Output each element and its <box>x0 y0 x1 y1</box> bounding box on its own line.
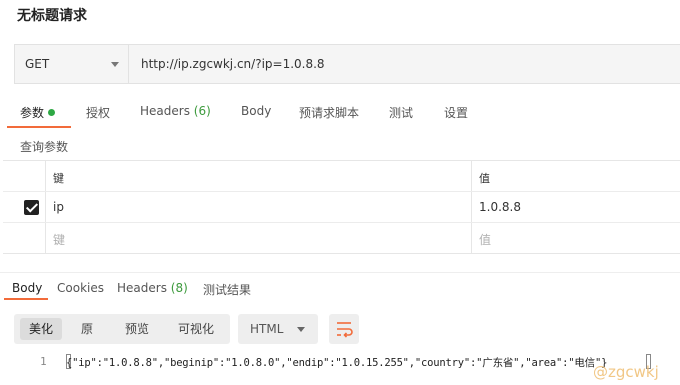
params-header-row: 键 值 <box>3 161 680 192</box>
column-divider <box>45 223 46 254</box>
view-raw-button[interactable]: 原 <box>72 318 102 340</box>
tab-auth[interactable]: 授权 <box>86 104 110 121</box>
params-enabled-dot <box>48 109 56 116</box>
column-divider <box>471 161 472 191</box>
view-mode-switcher: 美化 原 预览 可视化 <box>14 314 230 344</box>
wrap-lines-icon <box>337 322 353 338</box>
method-select[interactable]: GET <box>15 45 129 83</box>
table-row: ip 1.0.8.8 <box>3 192 680 223</box>
tab-body[interactable]: Body <box>241 104 271 118</box>
response-tab-body[interactable]: Body <box>12 281 42 295</box>
tab-headers[interactable]: Headers (6) <box>140 104 211 118</box>
response-tab-test-results[interactable]: 测试结果 <box>203 281 251 298</box>
new-param-value-input[interactable]: 值 <box>479 231 491 248</box>
url-bar: GET http://ip.zgcwkj.cn/?ip=1.0.8.8 <box>14 44 680 84</box>
param-key-cell[interactable]: ip <box>53 200 64 214</box>
format-label: HTML <box>250 322 284 336</box>
request-tabs: 参数 授权 Headers (6) Body 预请求脚本 测试 设置 <box>0 100 680 128</box>
response-tab-headers-label: Headers <box>117 281 167 295</box>
view-preview-button[interactable]: 预览 <box>114 318 160 340</box>
response-tab-headers[interactable]: Headers (8) <box>117 281 188 295</box>
response-tab-cookies[interactable]: Cookies <box>57 281 104 295</box>
wrap-lines-button[interactable] <box>329 314 359 344</box>
line-number: 1 <box>40 355 47 368</box>
column-divider <box>471 192 472 222</box>
active-tab-indicator <box>7 126 71 128</box>
tab-pre-request-script[interactable]: 预请求脚本 <box>299 104 359 121</box>
query-params-label: 查询参数 <box>20 140 69 154</box>
tab-params-label: 参数 <box>20 106 45 120</box>
new-param-key-input[interactable]: 键 <box>53 231 65 248</box>
tab-tests[interactable]: 测试 <box>389 104 413 121</box>
value-column-header: 值 <box>479 172 490 185</box>
new-param-row: 键 值 <box>3 223 680 254</box>
url-input[interactable]: http://ip.zgcwkj.cn/?ip=1.0.8.8 <box>141 57 325 71</box>
response-tabs: Body Cookies Headers (8) 测试结果 <box>0 272 680 301</box>
chevron-down-icon <box>111 62 119 67</box>
view-pretty-button[interactable]: 美化 <box>20 318 62 340</box>
response-toolbar: 美化 原 预览 可视化 HTML <box>0 314 680 346</box>
response-body-text[interactable]: {"ip":"1.0.8.8","beginip":"1.0.8.0","end… <box>66 355 607 370</box>
request-title[interactable]: 无标题请求 <box>17 5 87 25</box>
watermark: @zgcwkj <box>593 363 659 381</box>
response-tab-headers-count: (8) <box>170 281 188 295</box>
key-column-header: 键 <box>53 172 64 185</box>
column-divider <box>45 161 46 191</box>
format-select[interactable]: HTML <box>238 314 318 344</box>
view-visualize-button[interactable]: 可视化 <box>170 318 222 340</box>
method-label: GET <box>25 57 50 71</box>
param-enabled-checkbox[interactable] <box>24 200 39 215</box>
params-table: 键 值 ip 1.0.8.8 键 值 <box>3 160 680 254</box>
column-divider <box>471 223 472 254</box>
param-value-cell[interactable]: 1.0.8.8 <box>479 200 521 214</box>
column-divider <box>45 192 46 222</box>
active-response-tab-indicator <box>4 298 48 300</box>
tab-params[interactable]: 参数 <box>20 104 56 121</box>
response-body-editor[interactable]: 1 {"ip":"1.0.8.8","beginip":"1.0.8.0","e… <box>0 354 680 372</box>
tab-settings[interactable]: 设置 <box>444 104 468 121</box>
tab-headers-count: (6) <box>193 104 211 118</box>
chevron-down-icon <box>297 327 305 332</box>
tab-headers-label: Headers <box>140 104 190 118</box>
